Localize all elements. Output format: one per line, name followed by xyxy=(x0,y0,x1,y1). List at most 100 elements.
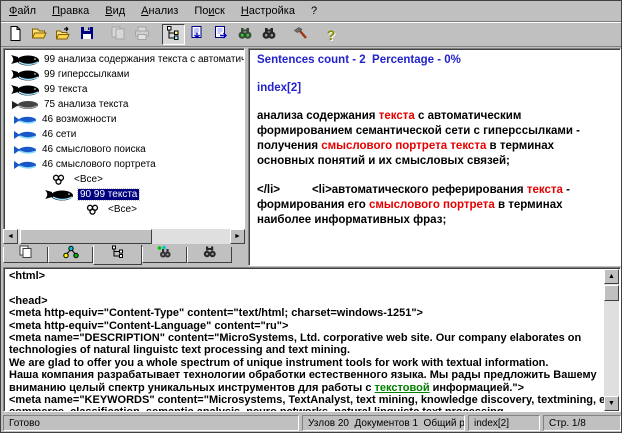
tree-item-label: 99 анализа содержания текста с автоматич… xyxy=(44,54,245,65)
search-color-icon xyxy=(237,25,253,44)
tree-item-label: 99 текста xyxy=(44,84,87,95)
print-icon xyxy=(134,25,150,44)
tab-search-documents[interactable] xyxy=(187,247,232,263)
doc-down-button[interactable] xyxy=(186,24,209,45)
concept-tree: 99 анализа содержания текста с автоматич… xyxy=(4,49,244,217)
doc-forward-button[interactable] xyxy=(210,24,233,45)
scrollbar-thumb[interactable] xyxy=(20,229,152,244)
application-window: Файл Правка Вид Анализ Поиск Настройка ?… xyxy=(0,0,622,433)
search-dark-button[interactable] xyxy=(258,24,281,45)
status-bar: Готово Узлов 20 Документов 1 Общий разме… xyxy=(1,413,622,433)
tree-item-label: 46 смыслового портрета xyxy=(42,159,156,170)
source-line: <meta name="KEYWORDS" content="Microsyst… xyxy=(9,394,616,406)
search-docs-tab-icon xyxy=(202,245,218,264)
fish-small-icon xyxy=(12,160,38,170)
tab-documents[interactable] xyxy=(3,247,48,263)
save-icon xyxy=(79,25,95,44)
tree-horizontal-scrollbar[interactable]: ◄ ► xyxy=(3,229,245,244)
tree-item[interactable]: 46 смыслового портрета xyxy=(4,157,244,172)
source-vertical-scrollbar[interactable]: ▲ ▼ xyxy=(604,269,619,411)
sentences-count-header: Sentences count - 2 Percentage - 0% xyxy=(257,53,614,68)
menu-bar: Файл Правка Вид Анализ Поиск Настройка ? xyxy=(1,1,622,22)
open-folder-icon xyxy=(31,25,47,44)
tree-item[interactable]: 99 текста xyxy=(4,82,244,97)
tree-item[interactable]: <Все> xyxy=(4,202,244,217)
tree-item[interactable]: 46 смыслового поиска xyxy=(4,142,244,157)
new-document-button[interactable] xyxy=(4,24,27,45)
source-line: technologies of natural linguistc text p… xyxy=(9,344,616,356)
source-line: <meta name="DESCRIPTION" content="MicroS… xyxy=(9,332,616,344)
fish-large-icon xyxy=(10,99,40,111)
tree-item[interactable]: 99 анализа содержания текста с автоматич… xyxy=(4,52,244,67)
doc-forward-icon xyxy=(213,25,229,44)
html-source-text: <html> <head> <meta http-equiv="Content-… xyxy=(4,268,620,412)
source-line: Наша компания разрабатывает технологии о… xyxy=(9,369,616,381)
menu-help[interactable]: ? xyxy=(303,3,325,19)
tree-item-label: <Все> xyxy=(74,174,103,185)
new-document-icon xyxy=(7,25,23,44)
scrollbar-thumb[interactable] xyxy=(604,285,619,301)
tree-item[interactable]: 75 анализа текста xyxy=(4,97,244,112)
source-line: We are glad to offer you a whole spectru… xyxy=(9,357,616,369)
status-stats: Узлов 20 Документов 1 Общий размер 15.58… xyxy=(302,415,465,431)
tools-button[interactable] xyxy=(289,24,312,45)
whale-icon xyxy=(10,53,40,66)
print-button[interactable] xyxy=(131,24,154,45)
whale-icon xyxy=(10,83,40,96)
search-color-button[interactable] xyxy=(234,24,257,45)
source-line: commerce, classification, semantic analy… xyxy=(9,406,616,412)
menu-view[interactable]: Вид xyxy=(97,3,133,19)
concept-tree-panel[interactable]: 99 анализа содержания текста с автоматич… xyxy=(3,48,245,244)
tree-item[interactable]: 99 гиперссылками xyxy=(4,67,244,82)
tree-item[interactable]: 46 возможности xyxy=(4,112,244,127)
whale-icon xyxy=(44,188,74,201)
doc-down-icon xyxy=(189,25,205,44)
save-button[interactable] xyxy=(76,24,99,45)
tab-tree[interactable] xyxy=(93,245,142,265)
tree-tab-icon xyxy=(110,245,126,264)
scroll-up-icon[interactable]: ▲ xyxy=(604,269,619,284)
fish-small-icon xyxy=(12,115,38,125)
import-folder-icon xyxy=(55,25,71,44)
tree-view-button[interactable] xyxy=(162,24,185,45)
source-line: <html> xyxy=(9,270,616,282)
cluster-icon xyxy=(52,174,65,185)
tree-item-selected[interactable]: 90 99 текста xyxy=(4,187,244,202)
toolbar: ? xyxy=(1,22,622,47)
analysis-paragraph: </li> <li>автоматического реферирования … xyxy=(257,183,614,228)
menu-settings[interactable]: Настройка xyxy=(233,3,303,19)
tree-item-label: 46 возможности xyxy=(42,114,116,125)
menu-file[interactable]: Файл xyxy=(1,3,44,19)
tab-search-results[interactable] xyxy=(142,247,187,263)
help-icon: ? xyxy=(327,27,336,43)
source-line: <head> xyxy=(9,295,616,307)
source-line: <meta http-equiv="Content-Type" content=… xyxy=(9,307,616,319)
cluster-icon xyxy=(86,204,99,215)
tree-item-label: 46 сети xyxy=(42,129,76,140)
tree-item-label: 75 анализа текста xyxy=(44,99,128,110)
scroll-down-icon[interactable]: ▼ xyxy=(604,396,619,411)
menu-search[interactable]: Поиск xyxy=(186,3,233,19)
tree-item[interactable]: <Все> xyxy=(4,172,244,187)
tree-item[interactable]: 46 сети xyxy=(4,127,244,142)
tree-item-label: 99 гиперссылками xyxy=(44,69,129,80)
tree-view-icon xyxy=(165,25,181,44)
view-tab-bar xyxy=(3,245,245,266)
help-button[interactable]: ? xyxy=(320,24,343,45)
menu-analysis[interactable]: Анализ xyxy=(133,3,186,19)
scroll-right-icon[interactable]: ► xyxy=(230,229,245,244)
menu-edit[interactable]: Правка xyxy=(44,3,97,19)
html-source-panel[interactable]: <html> <head> <meta http-equiv="Content-… xyxy=(3,267,621,412)
tree-item-label: <Все> xyxy=(108,204,137,215)
source-line xyxy=(9,282,616,294)
import-folder-button[interactable] xyxy=(52,24,75,45)
copy-button[interactable] xyxy=(107,24,130,45)
open-folder-button[interactable] xyxy=(28,24,51,45)
search-results-tab-icon xyxy=(156,245,174,264)
scroll-left-icon[interactable]: ◄ xyxy=(3,229,18,244)
fish-small-icon xyxy=(12,130,38,140)
analysis-result-panel[interactable]: Sentences count - 2 Percentage - 0% inde… xyxy=(248,48,621,266)
copy-icon xyxy=(110,25,126,44)
tree-item-label: 46 смыслового поиска xyxy=(42,144,146,155)
tab-network[interactable] xyxy=(48,247,93,263)
